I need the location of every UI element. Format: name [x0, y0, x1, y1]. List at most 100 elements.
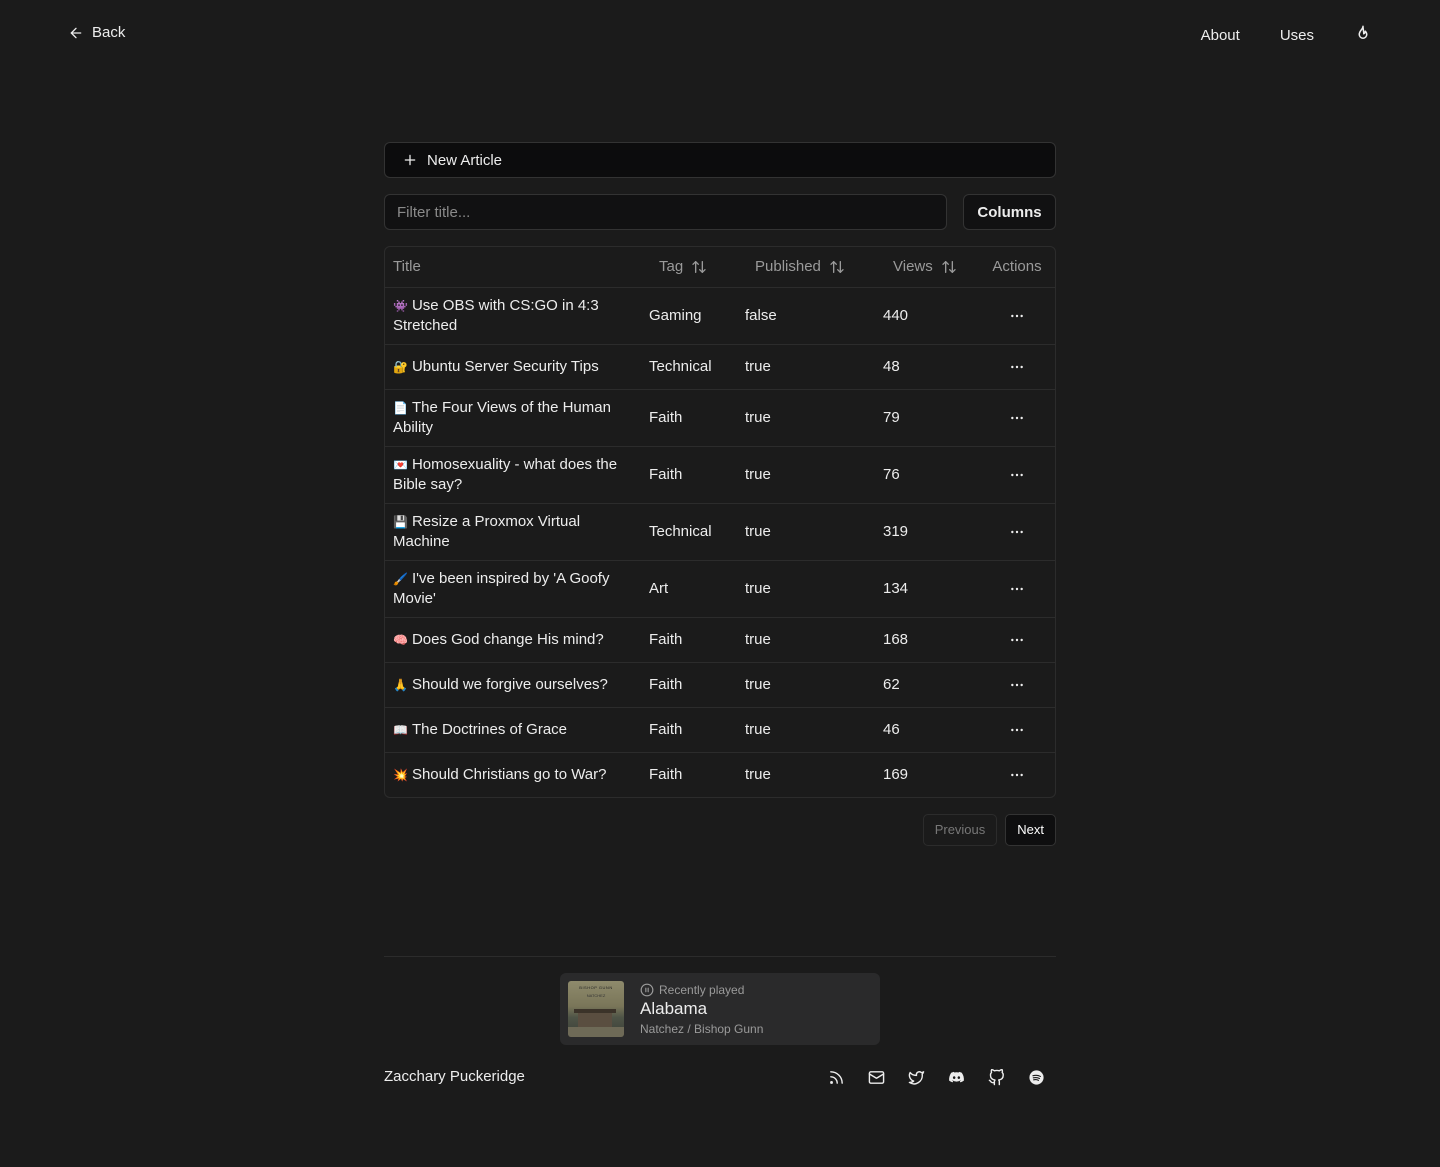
more-horizontal-icon	[1011, 314, 1023, 317]
track-artist: Natchez / Bishop Gunn	[640, 1021, 764, 1036]
cell-published: true	[745, 522, 771, 540]
more-horizontal-icon	[1011, 728, 1023, 731]
header-title-label: Title	[393, 258, 421, 276]
article-emoji-icon: 💥	[393, 767, 408, 782]
article-emoji-icon: 🧠	[393, 632, 408, 647]
article-title: I've been inspired by 'A Goofy Movie'	[393, 569, 610, 607]
columns-button[interactable]: Columns	[963, 194, 1056, 230]
article-title: Ubuntu Server Security Tips	[411, 357, 599, 375]
article-emoji-icon: 🖌️	[393, 571, 408, 586]
more-horizontal-icon	[1011, 530, 1023, 533]
row-actions-button[interactable]	[1003, 353, 1031, 381]
filter-title-input[interactable]	[384, 194, 947, 230]
table-row: 🧠 Does God change His mind? Faith true 168	[385, 617, 1055, 662]
table-body: 👾 Use OBS with CS:GO in 4:3 Stretched Gami…	[385, 287, 1055, 797]
cell-title[interactable]: 🧠 Does God change His mind?	[385, 617, 641, 662]
new-article-button[interactable]: New Article	[384, 142, 1056, 178]
sort-views-button[interactable]: Views	[883, 252, 967, 281]
cell-title[interactable]: 🙏 Should we forgive ourselves?	[385, 662, 641, 707]
row-actions-button[interactable]	[1003, 518, 1031, 546]
now-playing-card[interactable]: BISHOP GUNN NATCHEZ Recently played Alab…	[560, 973, 880, 1045]
article-title: Homosexuality - what does the Bible say?	[393, 455, 618, 493]
rss-link[interactable]	[826, 1067, 846, 1087]
sort-published-button[interactable]: Published	[745, 252, 855, 281]
header-tag-label: Tag	[659, 258, 684, 276]
more-horizontal-icon	[1011, 773, 1023, 776]
row-actions-button[interactable]	[1003, 716, 1031, 744]
cell-views: 76	[883, 465, 900, 483]
twitter-link[interactable]	[906, 1067, 926, 1087]
article-title: The Doctrines of Grace	[411, 720, 568, 738]
cell-title[interactable]: 🖌️ I've been inspired by 'A Goofy Movie'	[385, 560, 641, 617]
discord-icon	[948, 1071, 964, 1082]
nav-link-about[interactable]: About	[1201, 27, 1240, 44]
now-playing-text: Recently played Alabama Natchez / Bishop…	[640, 983, 763, 1036]
article-emoji-icon: 📖	[393, 722, 408, 737]
row-actions-button[interactable]	[1003, 302, 1031, 330]
cell-title[interactable]: 🔐 Ubuntu Server Security Tips	[385, 344, 641, 389]
next-button[interactable]: Next	[1005, 813, 1056, 846]
spotify-link[interactable]	[1026, 1067, 1046, 1087]
cell-actions	[979, 707, 1055, 752]
theme-toggle-button[interactable]	[1354, 24, 1372, 46]
flame-icon	[1358, 25, 1368, 39]
cell-published: true	[745, 765, 771, 783]
back-link[interactable]: Back	[68, 24, 125, 41]
table-header-row: Title Tag Published Views Actions	[385, 247, 1055, 287]
row-actions-button[interactable]	[1003, 671, 1031, 699]
row-actions-button[interactable]	[1003, 575, 1031, 603]
row-actions-button[interactable]	[1003, 461, 1031, 489]
cell-published: true	[745, 720, 771, 738]
cell-title[interactable]: 💾 Resize a Proxmox Virtual Machine	[385, 503, 641, 560]
column-header-tag[interactable]: Tag	[641, 247, 737, 287]
cell-tag: Faith	[649, 675, 683, 693]
table-row: 💾 Resize a Proxmox Virtual Machine Technic…	[385, 503, 1055, 560]
cell-views: 79	[883, 408, 900, 426]
row-actions-button[interactable]	[1003, 626, 1031, 654]
pause-icon	[640, 983, 654, 996]
row-actions-button[interactable]	[1003, 761, 1031, 789]
column-header-views[interactable]: Views	[875, 247, 979, 287]
row-actions-button[interactable]	[1003, 404, 1031, 432]
cell-published: true	[745, 630, 771, 648]
articles-table: Title Tag Published Views Actions 👾 Use …	[384, 246, 1056, 798]
github-link[interactable]	[986, 1067, 1006, 1087]
cell-tag: Technical	[649, 522, 712, 540]
cell-actions	[979, 446, 1055, 503]
nav-link-uses[interactable]: Uses	[1280, 27, 1314, 44]
cell-actions	[979, 617, 1055, 662]
sort-tag-button[interactable]: Tag	[649, 252, 717, 281]
column-header-published[interactable]: Published	[737, 247, 875, 287]
article-emoji-icon: 👾	[393, 298, 408, 313]
table-row: 📖 The Doctrines of Grace Faith true 46	[385, 707, 1055, 752]
mail-link[interactable]	[866, 1067, 886, 1087]
new-article-label: New Article	[427, 151, 503, 169]
mail-icon	[868, 1070, 884, 1084]
top-bar: Back About Uses	[0, 0, 1440, 70]
cell-title[interactable]: 💥 Should Christians go to War?	[385, 752, 641, 797]
header-published-label: Published	[755, 258, 821, 276]
table-row: 📄 The Four Views of the Human Ability Fait…	[385, 389, 1055, 446]
header-actions-label: Actions	[992, 258, 1042, 276]
rss-icon	[829, 1070, 843, 1084]
cell-actions	[979, 560, 1055, 617]
plus-icon	[404, 154, 416, 166]
cell-title[interactable]: 👾 Use OBS with CS:GO in 4:3 Stretched	[385, 287, 641, 344]
footer-author-name: Zacchary Puckeridge	[384, 1068, 525, 1085]
cell-title[interactable]: 📄 The Four Views of the Human Ability	[385, 389, 641, 446]
main-content: New Article Columns Title Tag P	[384, 142, 1056, 846]
cell-published: true	[745, 465, 771, 483]
cell-tag: Faith	[649, 465, 683, 483]
cell-title[interactable]: 📖 The Doctrines of Grace	[385, 707, 641, 752]
discord-link[interactable]	[946, 1067, 966, 1087]
album-art-text: BISHOP GUNN	[579, 985, 613, 990]
twitter-icon	[908, 1070, 924, 1085]
previous-button[interactable]: Previous	[922, 813, 998, 846]
track-name: Alabama	[640, 998, 708, 1018]
cell-title[interactable]: 💌 Homosexuality - what does the Bible say…	[385, 446, 641, 503]
article-emoji-icon: 🔐	[393, 359, 408, 374]
pagination: Previous Next	[384, 813, 1056, 846]
cell-tag: Faith	[649, 720, 683, 738]
arrow-left-icon	[70, 27, 82, 38]
cell-views: 319	[883, 522, 909, 540]
